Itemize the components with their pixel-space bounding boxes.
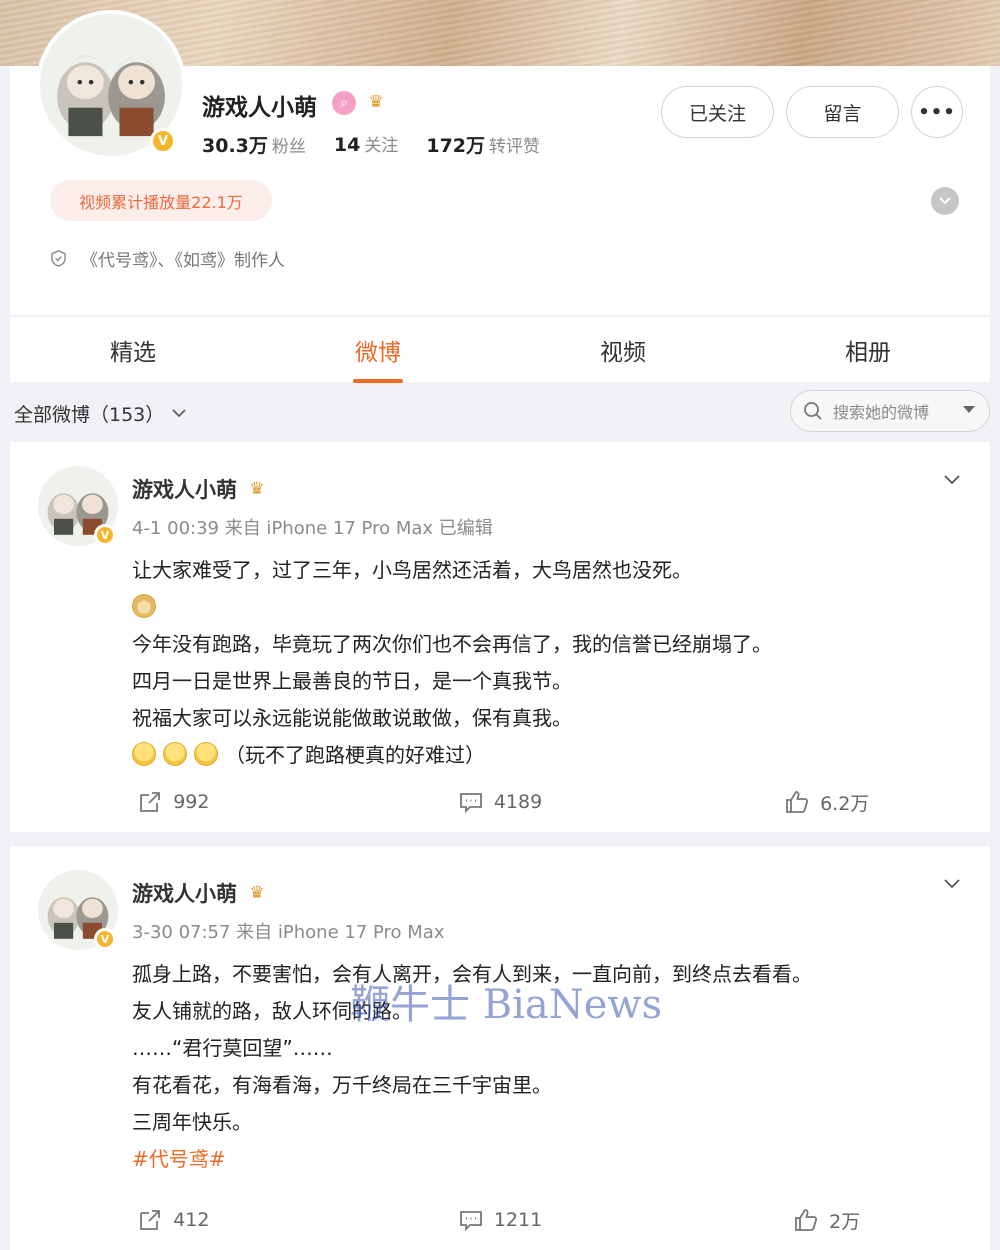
bio-text: 《代号鸢》、《如鸢》制作人	[81, 251, 285, 271]
stat-followers[interactable]: 30.3万 粉丝	[202, 131, 306, 158]
repost-button[interactable]: 992	[10, 772, 337, 832]
tab-album[interactable]: 相册	[768, 317, 968, 383]
post-filter-dropdown[interactable]: 全部微博（153）	[14, 400, 186, 427]
thumbs-up-icon	[795, 1209, 818, 1231]
comment-button[interactable]: 1211	[337, 1190, 664, 1250]
search-badge-icon[interactable]: ⌕	[332, 91, 356, 115]
post-line: 祝福大家可以永远能说能做敢说敢做，保有真我。	[132, 706, 572, 730]
stat-following[interactable]: 14 关注	[334, 131, 398, 158]
post-line: 友人铺就的路，敌人环伺的路。	[132, 999, 412, 1023]
like-button[interactable]: 2万	[663, 1190, 990, 1250]
crown-badge-icon[interactable]: ♛	[362, 91, 390, 113]
chevron-down-icon	[172, 409, 186, 418]
post-line: 今年没有跑路，毕竟玩了两次你们也不会再信了，我的信誉已经崩塌了。	[132, 632, 772, 656]
repost-icon	[140, 792, 161, 812]
verified-badge-icon: V	[94, 524, 116, 546]
chevron-down-icon[interactable]	[931, 187, 959, 215]
verified-badge-icon: V	[150, 128, 176, 154]
search-caret-icon[interactable]	[963, 406, 975, 413]
crown-badge-icon: ♛	[249, 479, 265, 499]
post-line: 四月一日是世界上最善良的节日，是一个真我节。	[132, 669, 572, 693]
tab-featured[interactable]: 精选	[33, 317, 233, 383]
profile-stats: 30.3万 粉丝 14 关注 172万 转评赞	[202, 131, 540, 158]
video-plays-pill[interactable]: 视频累计播放量22.1万	[50, 180, 272, 221]
stat-interactions: 172万 转评赞	[426, 135, 541, 157]
sweat-emoji-icon	[132, 742, 156, 766]
post-line: 三周年快乐。	[132, 1110, 252, 1134]
post-line	[132, 589, 962, 626]
chevron-down-icon[interactable]	[944, 876, 960, 892]
post-text: 让大家难受了，过了三年，小鸟居然还活着，大鸟居然也没死。 今年没有跑路，毕竟玩了…	[132, 552, 962, 774]
post-line: 让大家难受了，过了三年，小鸟居然还活着，大鸟居然也没死。	[132, 558, 692, 582]
shield-icon	[51, 250, 66, 267]
comment-icon	[459, 1211, 482, 1232]
post-line: 孤身上路，不要害怕，会有人离开，会有人到来，一直向前，到终点去看看。	[132, 962, 812, 986]
post-card: V 游戏人小萌 ♛ 4-1 00:39 来自 iPhone 17 Pro Max…	[10, 442, 990, 832]
comment-button[interactable]: 4189	[337, 772, 664, 832]
post-author[interactable]: 游戏人小萌 ♛	[132, 474, 271, 504]
followed-button[interactable]: 已关注	[661, 86, 774, 138]
profile-name: 游戏人小萌	[202, 95, 317, 121]
like-button[interactable]: 6.2万	[663, 772, 990, 832]
tab-weibo[interactable]: 微博	[278, 317, 478, 383]
post-line: ……“君行莫回望”……	[132, 1036, 333, 1060]
search-input[interactable]: 搜索她的微博	[833, 399, 929, 423]
post-card: V 游戏人小萌 ♛ 3-30 07:57 来自 iPhone 17 Pro Ma…	[10, 846, 990, 1250]
message-button[interactable]: 留言	[786, 86, 899, 138]
filter-label: 全部微博（153）	[14, 404, 165, 426]
post-text: 孤身上路，不要害怕，会有人离开，会有人到来，一直向前，到终点去看看。 友人铺就的…	[132, 956, 962, 1178]
profile-tabs: 精选 微博 视频 相册	[10, 316, 990, 383]
post-meta: 4-1 00:39 来自 iPhone 17 Pro Max 已编辑	[132, 518, 493, 539]
post-line: （玩不了跑路梗真的好难过）	[132, 737, 962, 774]
post-line: 有花看花，有海看海，万千终局在三千宇宙里。	[132, 1073, 552, 1097]
repost-button[interactable]: 412	[10, 1190, 337, 1250]
search-box[interactable]: 搜索她的微博	[790, 390, 990, 432]
verified-badge-icon: V	[94, 928, 116, 950]
profile-bio: 《代号鸢》、《如鸢》制作人	[50, 246, 285, 271]
search-icon	[804, 402, 822, 420]
hashtag-link[interactable]: #代号鸢#	[132, 1141, 962, 1178]
more-options-button[interactable]: •••	[911, 86, 963, 138]
post-author[interactable]: 游戏人小萌 ♛	[132, 878, 271, 908]
thumbs-up-icon	[786, 791, 809, 813]
tab-video[interactable]: 视频	[523, 317, 723, 383]
sweat-emoji-icon	[194, 742, 218, 766]
sweat-emoji-icon	[163, 742, 187, 766]
post-meta: 3-30 07:57 来自 iPhone 17 Pro Max	[132, 922, 445, 943]
post-actions: 992 4189 6.2万	[10, 772, 990, 832]
doge-emoji-icon	[132, 594, 156, 618]
chevron-down-icon[interactable]	[944, 472, 960, 488]
post-actions: 412 1211 2万	[10, 1190, 990, 1250]
repost-icon	[140, 1210, 161, 1230]
crown-badge-icon: ♛	[249, 883, 265, 903]
comment-icon	[459, 793, 482, 814]
